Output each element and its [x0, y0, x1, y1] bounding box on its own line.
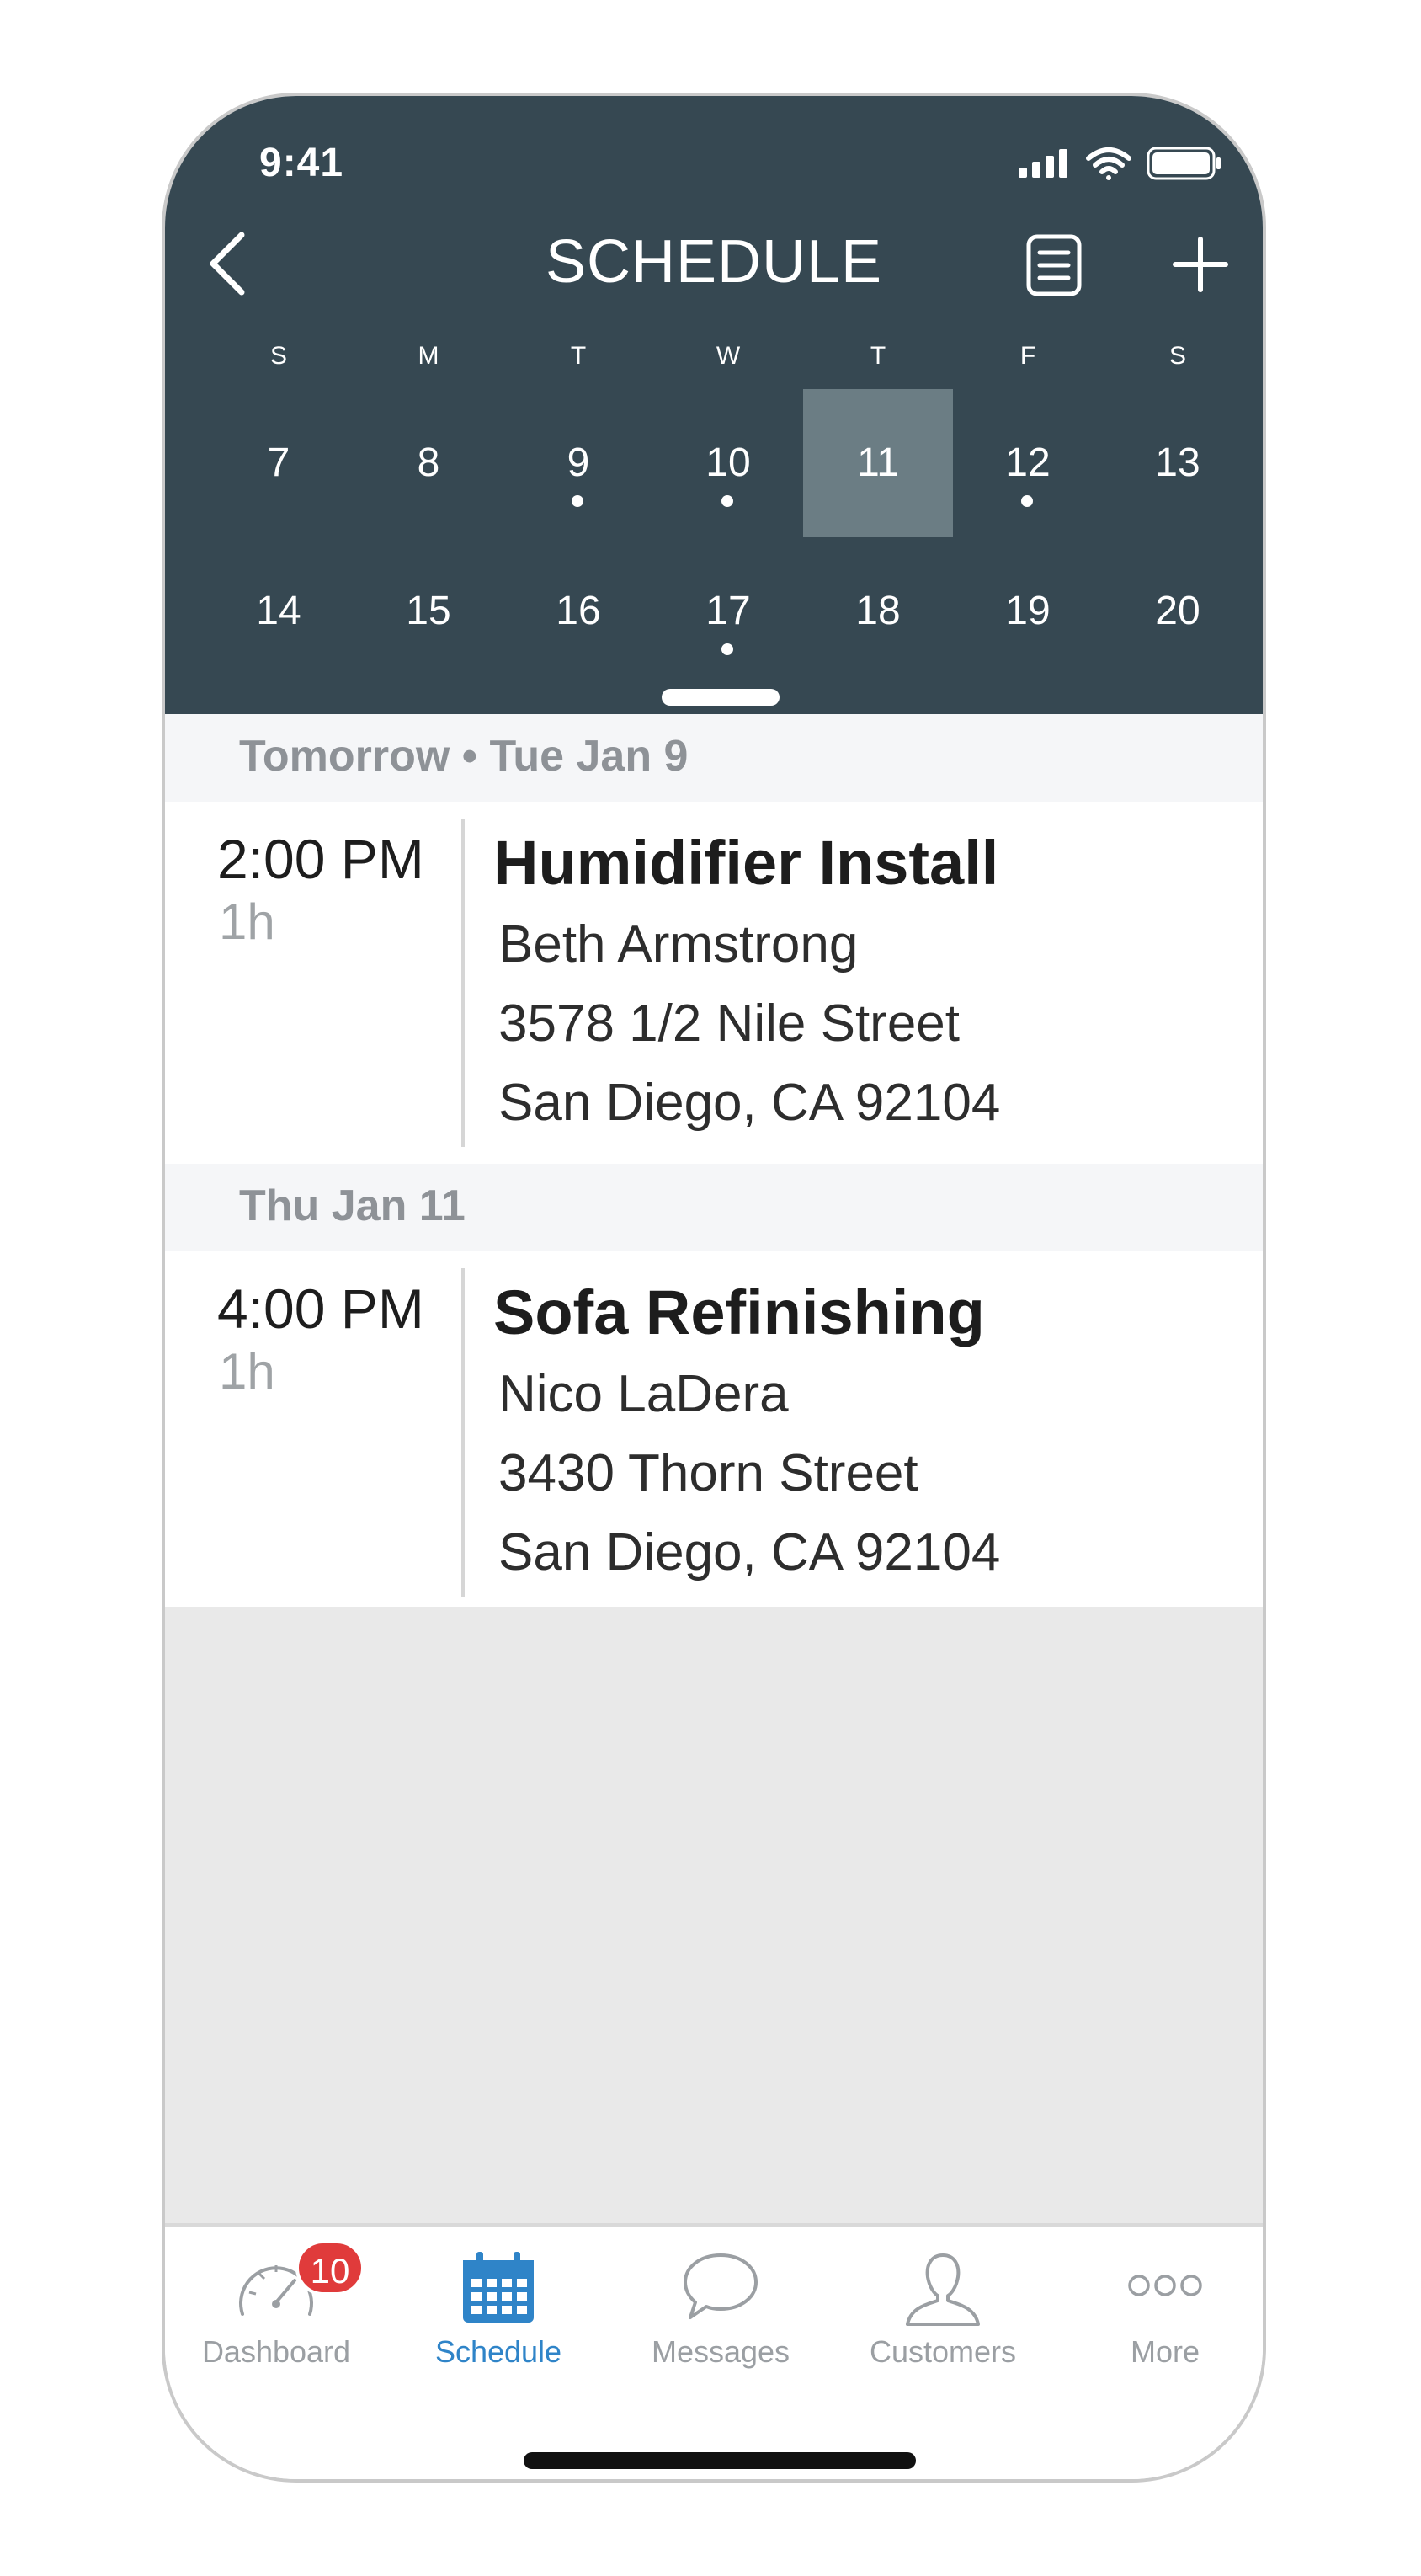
- address-city: San Diego, CA 92104: [498, 1074, 1001, 1132]
- tab-label: Customers: [869, 2334, 1017, 2369]
- calendar-day-number: 13: [1155, 440, 1200, 485]
- schedule-header: 9:41 SCHEDULE S M T W T F S 7 8 9 10 11 …: [165, 96, 1263, 714]
- calendar-day-number: 18: [855, 589, 901, 633]
- wifi-icon: [1086, 147, 1131, 180]
- plus-icon: [1173, 237, 1228, 292]
- list-icon: [1026, 234, 1082, 296]
- tab-dashboard[interactable]: 10 Dashboard: [165, 2227, 387, 2395]
- empty-agenda-area: [165, 1607, 1263, 2223]
- address-street: 3578 1/2 Nile Street: [498, 995, 961, 1053]
- calendar-day[interactable]: 7: [204, 389, 354, 537]
- calendar-day[interactable]: 9: [503, 389, 653, 537]
- chat-bubble-icon: [684, 2253, 758, 2319]
- calendar-expand-handle[interactable]: [662, 689, 780, 706]
- calendar-day[interactable]: 20: [1103, 537, 1253, 685]
- calendar-day-number: 11: [857, 440, 899, 485]
- address-city: San Diego, CA 92104: [498, 1523, 1001, 1581]
- weekday-label: T: [570, 342, 587, 370]
- tab-schedule[interactable]: Schedule: [387, 2227, 609, 2395]
- calendar-day-number: 8: [417, 440, 440, 485]
- add-button[interactable]: [1167, 231, 1234, 298]
- section-date: Thu Jan 11: [239, 1181, 466, 1230]
- calendar-day[interactable]: 8: [354, 389, 503, 537]
- tab-label: Messages: [651, 2334, 790, 2369]
- calendar-day[interactable]: 13: [1103, 389, 1253, 537]
- weekday-label: S: [269, 342, 287, 370]
- tab-messages[interactable]: Messages: [609, 2227, 832, 2395]
- address-street: 3430 Thorn Street: [498, 1444, 918, 1502]
- calendar-day[interactable]: 16: [503, 537, 653, 685]
- weekday-label: M: [418, 342, 439, 370]
- home-indicator: [524, 2452, 916, 2469]
- page-title: SCHEDULE: [545, 228, 883, 296]
- calendar-day-number: 9: [567, 440, 590, 485]
- calendar-day-number: 15: [406, 589, 451, 633]
- calendar-day-number: 12: [1005, 440, 1051, 485]
- calendar-icon: [463, 2252, 534, 2323]
- appointment-title: Sofa Refinishing: [493, 1277, 985, 1347]
- ellipsis-icon: [1128, 2275, 1202, 2296]
- appointment-duration: 1h: [219, 893, 275, 950]
- calendar-day[interactable]: 17: [653, 537, 803, 685]
- tab-customers[interactable]: Customers: [832, 2227, 1054, 2395]
- agenda-section-header: Tomorrow • Tue Jan 9: [165, 714, 1263, 803]
- calendar-day[interactable]: 18: [803, 537, 953, 685]
- status-icons: [1019, 147, 1222, 180]
- calendar-day-number: 16: [556, 589, 601, 633]
- appointment-card[interactable]: 4:00 PM 1h Sofa Refinishing Nico LaDera …: [165, 1251, 1263, 1613]
- calendar-day-number: 19: [1005, 589, 1051, 633]
- calendar-day-number: 14: [256, 589, 301, 633]
- event-indicator-dot: [721, 495, 733, 507]
- weekday-label: S: [1168, 342, 1186, 370]
- weekday-header: S M T W T F S: [165, 342, 1263, 376]
- status-time: 9:41: [259, 141, 344, 185]
- appointment-title: Humidifier Install: [493, 828, 999, 898]
- battery-icon: [1147, 147, 1221, 180]
- event-indicator-dot: [1021, 495, 1033, 507]
- appointment-time: 4:00 PM: [217, 1277, 424, 1340]
- notification-badge: 10: [295, 2240, 365, 2296]
- appointment-card[interactable]: 2:00 PM 1h Humidifier Install Beth Armst…: [165, 802, 1263, 1164]
- tab-label: More: [1130, 2334, 1200, 2369]
- event-indicator-dot: [721, 643, 733, 655]
- section-date: Tomorrow • Tue Jan 9: [239, 732, 689, 781]
- customer-name: Nico LaDera: [498, 1365, 789, 1423]
- weekday-label: W: [716, 342, 741, 370]
- calendar-day[interactable]: 10: [653, 389, 803, 537]
- customer-name: Beth Armstrong: [498, 915, 859, 973]
- event-indicator-dot: [572, 495, 583, 507]
- list-view-button[interactable]: [1022, 231, 1086, 300]
- calendar-day[interactable]: 12: [953, 389, 1103, 537]
- weekday-label: T: [870, 342, 886, 370]
- calendar-day[interactable]: 19: [953, 537, 1103, 685]
- tab-label: Schedule: [434, 2334, 562, 2369]
- calendar-day-number: 17: [705, 589, 751, 633]
- person-icon: [906, 2253, 980, 2326]
- appointment-time: 2:00 PM: [217, 828, 424, 890]
- calendar-day[interactable]: 14: [204, 537, 354, 685]
- calendar-day[interactable]: 11: [803, 389, 953, 537]
- phone-frame: 9:41 SCHEDULE S M T W T F S 7 8 9 10 11 …: [162, 93, 1266, 2483]
- divider: [461, 1268, 465, 1597]
- signal-icon: [1019, 149, 1067, 178]
- tab-bar: 10 Dashboard Schedule Messages Customers…: [165, 2223, 1263, 2479]
- calendar-day-number: 7: [267, 440, 290, 485]
- agenda-section-header: Thu Jan 11: [165, 1164, 1263, 1253]
- calendar-day[interactable]: 15: [354, 537, 503, 685]
- tab-more[interactable]: More: [1054, 2227, 1263, 2395]
- calendar-day-number: 20: [1155, 589, 1200, 633]
- appointment-duration: 1h: [219, 1343, 275, 1400]
- weekday-label: F: [1019, 342, 1036, 370]
- calendar-day-number: 10: [705, 440, 751, 485]
- tab-label: Dashboard: [201, 2334, 351, 2369]
- divider: [461, 819, 465, 1147]
